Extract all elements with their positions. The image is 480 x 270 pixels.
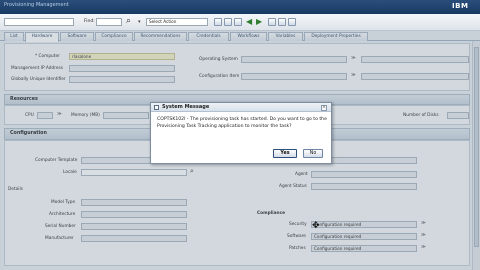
toolbar: Find: ⌕ ▾ Select Action ◀ ▶ <box>0 14 480 31</box>
app-title: Provisioning Management <box>4 2 69 8</box>
app-header: Provisioning Management IBM <box>0 0 480 14</box>
next-arrow-icon[interactable]: ▶ <box>256 17 262 26</box>
select-action-dropdown[interactable]: Select Action <box>146 18 208 26</box>
edit-icon[interactable] <box>268 18 276 26</box>
yes-button[interactable]: Yes <box>273 149 297 158</box>
record-field[interactable] <box>4 18 74 26</box>
previous-arrow-icon[interactable]: ◀ <box>246 17 252 26</box>
save-icon[interactable] <box>224 18 232 26</box>
chevron-down-icon[interactable]: ▾ <box>138 19 141 25</box>
select-action-text: Select Action <box>149 19 177 24</box>
close-icon[interactable]: × <box>321 105 327 111</box>
bulletin-icon[interactable] <box>234 18 242 26</box>
window-icon <box>154 105 159 110</box>
dialog-titlebar: System Message × <box>151 103 331 112</box>
help-icon[interactable] <box>288 18 296 26</box>
no-button[interactable]: No <box>303 149 323 158</box>
dialog-message: COPTSK102I - The provisioning task has s… <box>157 117 327 129</box>
cursor-icon: ✥ <box>312 221 320 231</box>
view-icon[interactable] <box>278 18 286 26</box>
dialog-title: System Message <box>162 104 210 110</box>
find-label: Find: <box>84 19 95 24</box>
new-record-icon[interactable] <box>214 18 222 26</box>
ibm-logo: IBM <box>452 2 469 10</box>
system-message-dialog: System Message × COPTSK102I - The provis… <box>150 102 332 164</box>
find-input[interactable] <box>96 18 122 26</box>
search-icon[interactable]: ⌕ <box>126 17 136 27</box>
